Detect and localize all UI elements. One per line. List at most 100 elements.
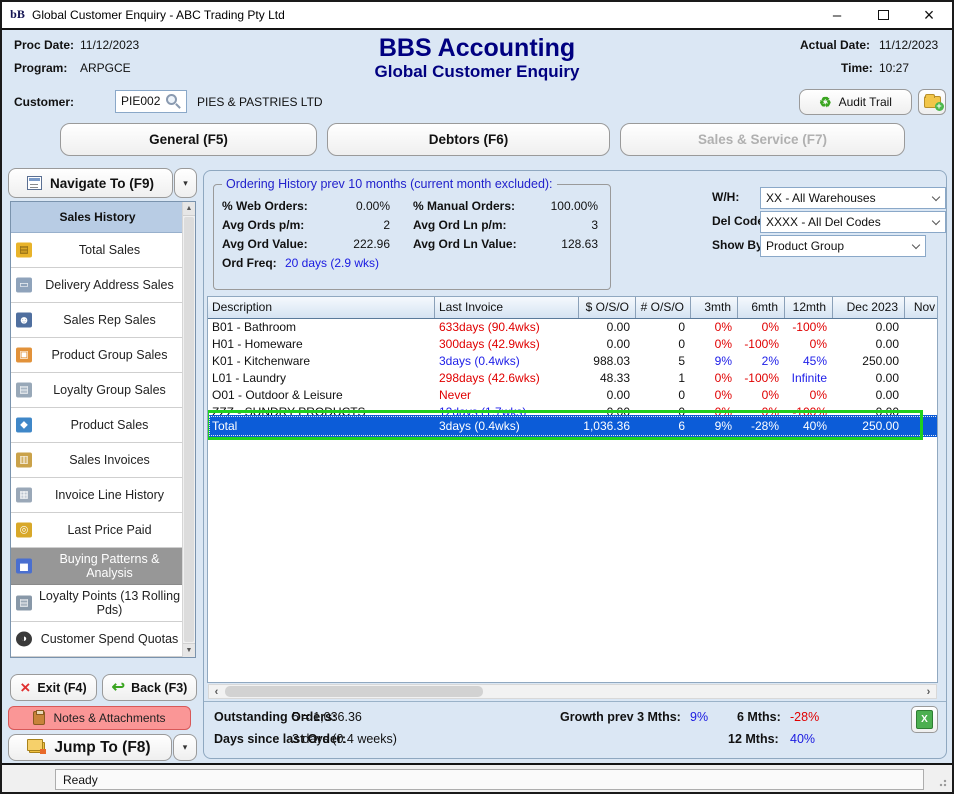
sidebar-item-product-group[interactable]: ▣Product Group Sales: [11, 338, 184, 373]
column-header[interactable]: Last Invoice: [435, 297, 579, 318]
spend-quotas-icon: ◑: [16, 632, 32, 647]
show-by-select[interactable]: Product Group: [760, 235, 926, 257]
jump-dropdown-button[interactable]: ▾: [173, 734, 197, 761]
tab-general[interactable]: General (F5): [60, 123, 317, 156]
customer-label: Customer:: [14, 95, 74, 109]
manual-orders-value: 100.00%: [512, 199, 598, 213]
table-row[interactable]: O01 - Outdoor & LeisureNever0.0000%0%0%0…: [208, 387, 938, 404]
sidebar-item-loyalty-group[interactable]: ▤Loyalty Group Sales: [11, 373, 184, 408]
table-cell: H01 - Homeware: [208, 336, 435, 353]
navigate-dropdown-button[interactable]: ▾: [174, 168, 197, 198]
sidebar-item-buying-patterns[interactable]: ▅ Buying Patterns & Analysis: [11, 548, 184, 585]
table-total-row[interactable]: Total3days (0.4wks)1,036.3669%-28%40%250…: [208, 415, 938, 437]
sidebar-item-sales-rep[interactable]: ☻Sales Rep Sales: [11, 303, 184, 338]
sales-invoices-icon: ▥: [16, 453, 32, 468]
sidebar-item-product-sales[interactable]: ◆Product Sales: [11, 408, 184, 443]
column-header[interactable]: Dec 2023: [833, 297, 905, 318]
table-cell: 5: [636, 353, 691, 370]
del-code-select[interactable]: XXXX - All Del Codes: [760, 211, 946, 233]
table-cell: L01 - Laundry: [208, 370, 435, 387]
table-h-scrollbar[interactable]: ‹ ›: [208, 684, 937, 699]
sidebar-item-label: Buying Patterns & Analysis: [37, 552, 182, 580]
table-cell: 0%: [691, 319, 738, 336]
minimize-button[interactable]: –: [814, 2, 860, 28]
back-button[interactable]: ↩ Back (F3): [102, 674, 197, 701]
table-cell: 633days (90.4wks): [435, 319, 579, 336]
chevron-down-icon: [932, 217, 940, 225]
column-header[interactable]: # O/S/O: [636, 297, 691, 318]
table-cell: 0.00: [833, 336, 905, 353]
window: bB Global Customer Enquiry - ABC Trading…: [0, 0, 954, 794]
sidebar-item-sales-invoices[interactable]: ▥ Sales Invoices: [11, 443, 184, 478]
table-cell: 9%: [691, 353, 738, 370]
table-cell: 0.00: [579, 387, 636, 404]
resize-grip-icon[interactable]: [937, 777, 947, 787]
sidebar-item-delivery-truck[interactable]: ▭Delivery Address Sales: [11, 268, 184, 303]
status-text: Ready: [55, 769, 924, 790]
table-row[interactable]: L01 - Laundry298days (42.6wks)48.3310%-1…: [208, 370, 938, 387]
avg-ord-value-value: 222.96: [310, 237, 390, 251]
total-cell: 3days (0.4wks): [435, 415, 579, 437]
jump-to-button[interactable]: Jump To (F8): [8, 734, 172, 761]
column-header[interactable]: Description: [208, 297, 435, 318]
table-body: B01 - Bathroom633days (90.4wks)0.0000%0%…: [208, 319, 937, 421]
sidebar-item-last-price-paid[interactable]: ◎Last Price Paid: [11, 513, 184, 548]
sidebar-item-loyalty-points[interactable]: ▤Loyalty Points (13 Rolling Pds): [11, 585, 184, 622]
sidebar-nav: Sales History ▤Total Sales▭Delivery Addr…: [10, 201, 196, 658]
ordering-history-title: Ordering History prev 10 months (current…: [222, 177, 557, 191]
sidebar-scrollbar[interactable]: ▲ ▼: [182, 202, 195, 657]
scroll-down-icon[interactable]: ▼: [183, 643, 195, 657]
web-orders-value: 0.00%: [310, 199, 390, 213]
table-cell: 300days (42.9wks): [435, 336, 579, 353]
sidebar-scroll-thumb[interactable]: [184, 217, 194, 642]
show-by-value: Product Group: [766, 239, 844, 253]
warehouse-value: XX - All Warehouses: [766, 191, 876, 205]
sales-rep-icon: ☻: [16, 313, 32, 328]
warehouse-select[interactable]: XX - All Warehouses: [760, 187, 946, 209]
sidebar-item-spend-quotas[interactable]: ◑Customer Spend Quotas: [11, 622, 184, 657]
scroll-up-icon[interactable]: ▲: [183, 202, 195, 216]
tab-debtors[interactable]: Debtors (F6): [327, 123, 610, 156]
table-row[interactable]: K01 - Kitchenware3days (0.4wks)988.0359%…: [208, 353, 938, 370]
table-cell: 0.00: [579, 319, 636, 336]
navigate-form-icon: [27, 176, 42, 190]
table-cell: 45%: [785, 353, 833, 370]
time-value: 10:27: [879, 61, 909, 75]
maximize-button[interactable]: [860, 2, 906, 28]
column-header[interactable]: 6mth: [738, 297, 785, 318]
column-header[interactable]: Nov 2023: [905, 297, 938, 318]
audit-trail-label: Audit Trail: [839, 95, 892, 109]
h-scroll-thumb[interactable]: [225, 686, 483, 697]
sidebar-item-invoice-line-history[interactable]: ▦Invoice Line History: [11, 478, 184, 513]
sidebar-item-label: Sales Invoices: [69, 453, 150, 467]
column-header[interactable]: $ O/S/O: [579, 297, 636, 318]
avg-ord-ln-value: 3: [512, 218, 598, 232]
buying-patterns-icon: ▅: [16, 559, 32, 574]
scroll-left-icon[interactable]: ‹: [209, 685, 224, 698]
column-header[interactable]: 12mth: [785, 297, 833, 318]
total-cell: Total: [208, 415, 435, 437]
table-cell: 0.00: [833, 319, 905, 336]
export-excel-button[interactable]: X: [911, 706, 938, 733]
close-button[interactable]: ×: [906, 2, 952, 28]
table-cell: [905, 319, 938, 336]
column-header[interactable]: 3mth: [691, 297, 738, 318]
growth-6mths-value: -28%: [790, 710, 819, 724]
scroll-right-icon[interactable]: ›: [921, 685, 936, 698]
table-row[interactable]: H01 - Homeware300days (42.9wks)0.0000%-1…: [208, 336, 938, 353]
add-folder-button[interactable]: +: [918, 89, 946, 115]
total-cell: 40%: [785, 415, 833, 437]
sidebar-items: ▤Total Sales▭Delivery Address Sales☻Sale…: [11, 233, 195, 657]
table-row[interactable]: B01 - Bathroom633days (90.4wks)0.0000%0%…: [208, 319, 938, 336]
web-orders-label: % Web Orders:: [222, 199, 308, 213]
jump-folders-icon: [29, 742, 45, 753]
navigate-to-button[interactable]: Navigate To (F9): [8, 168, 173, 198]
notes-attachments-button[interactable]: Notes & Attachments: [8, 706, 191, 730]
exit-button[interactable]: × Exit (F4): [10, 674, 97, 701]
sidebar-item-total-sales[interactable]: ▤Total Sales: [11, 233, 184, 268]
table-cell: 2%: [738, 353, 785, 370]
total-cell: [905, 415, 938, 437]
search-icon[interactable]: [166, 94, 177, 105]
total-cell: 1,036.36: [579, 415, 636, 437]
audit-trail-button[interactable]: ♻ Audit Trail: [799, 89, 912, 115]
